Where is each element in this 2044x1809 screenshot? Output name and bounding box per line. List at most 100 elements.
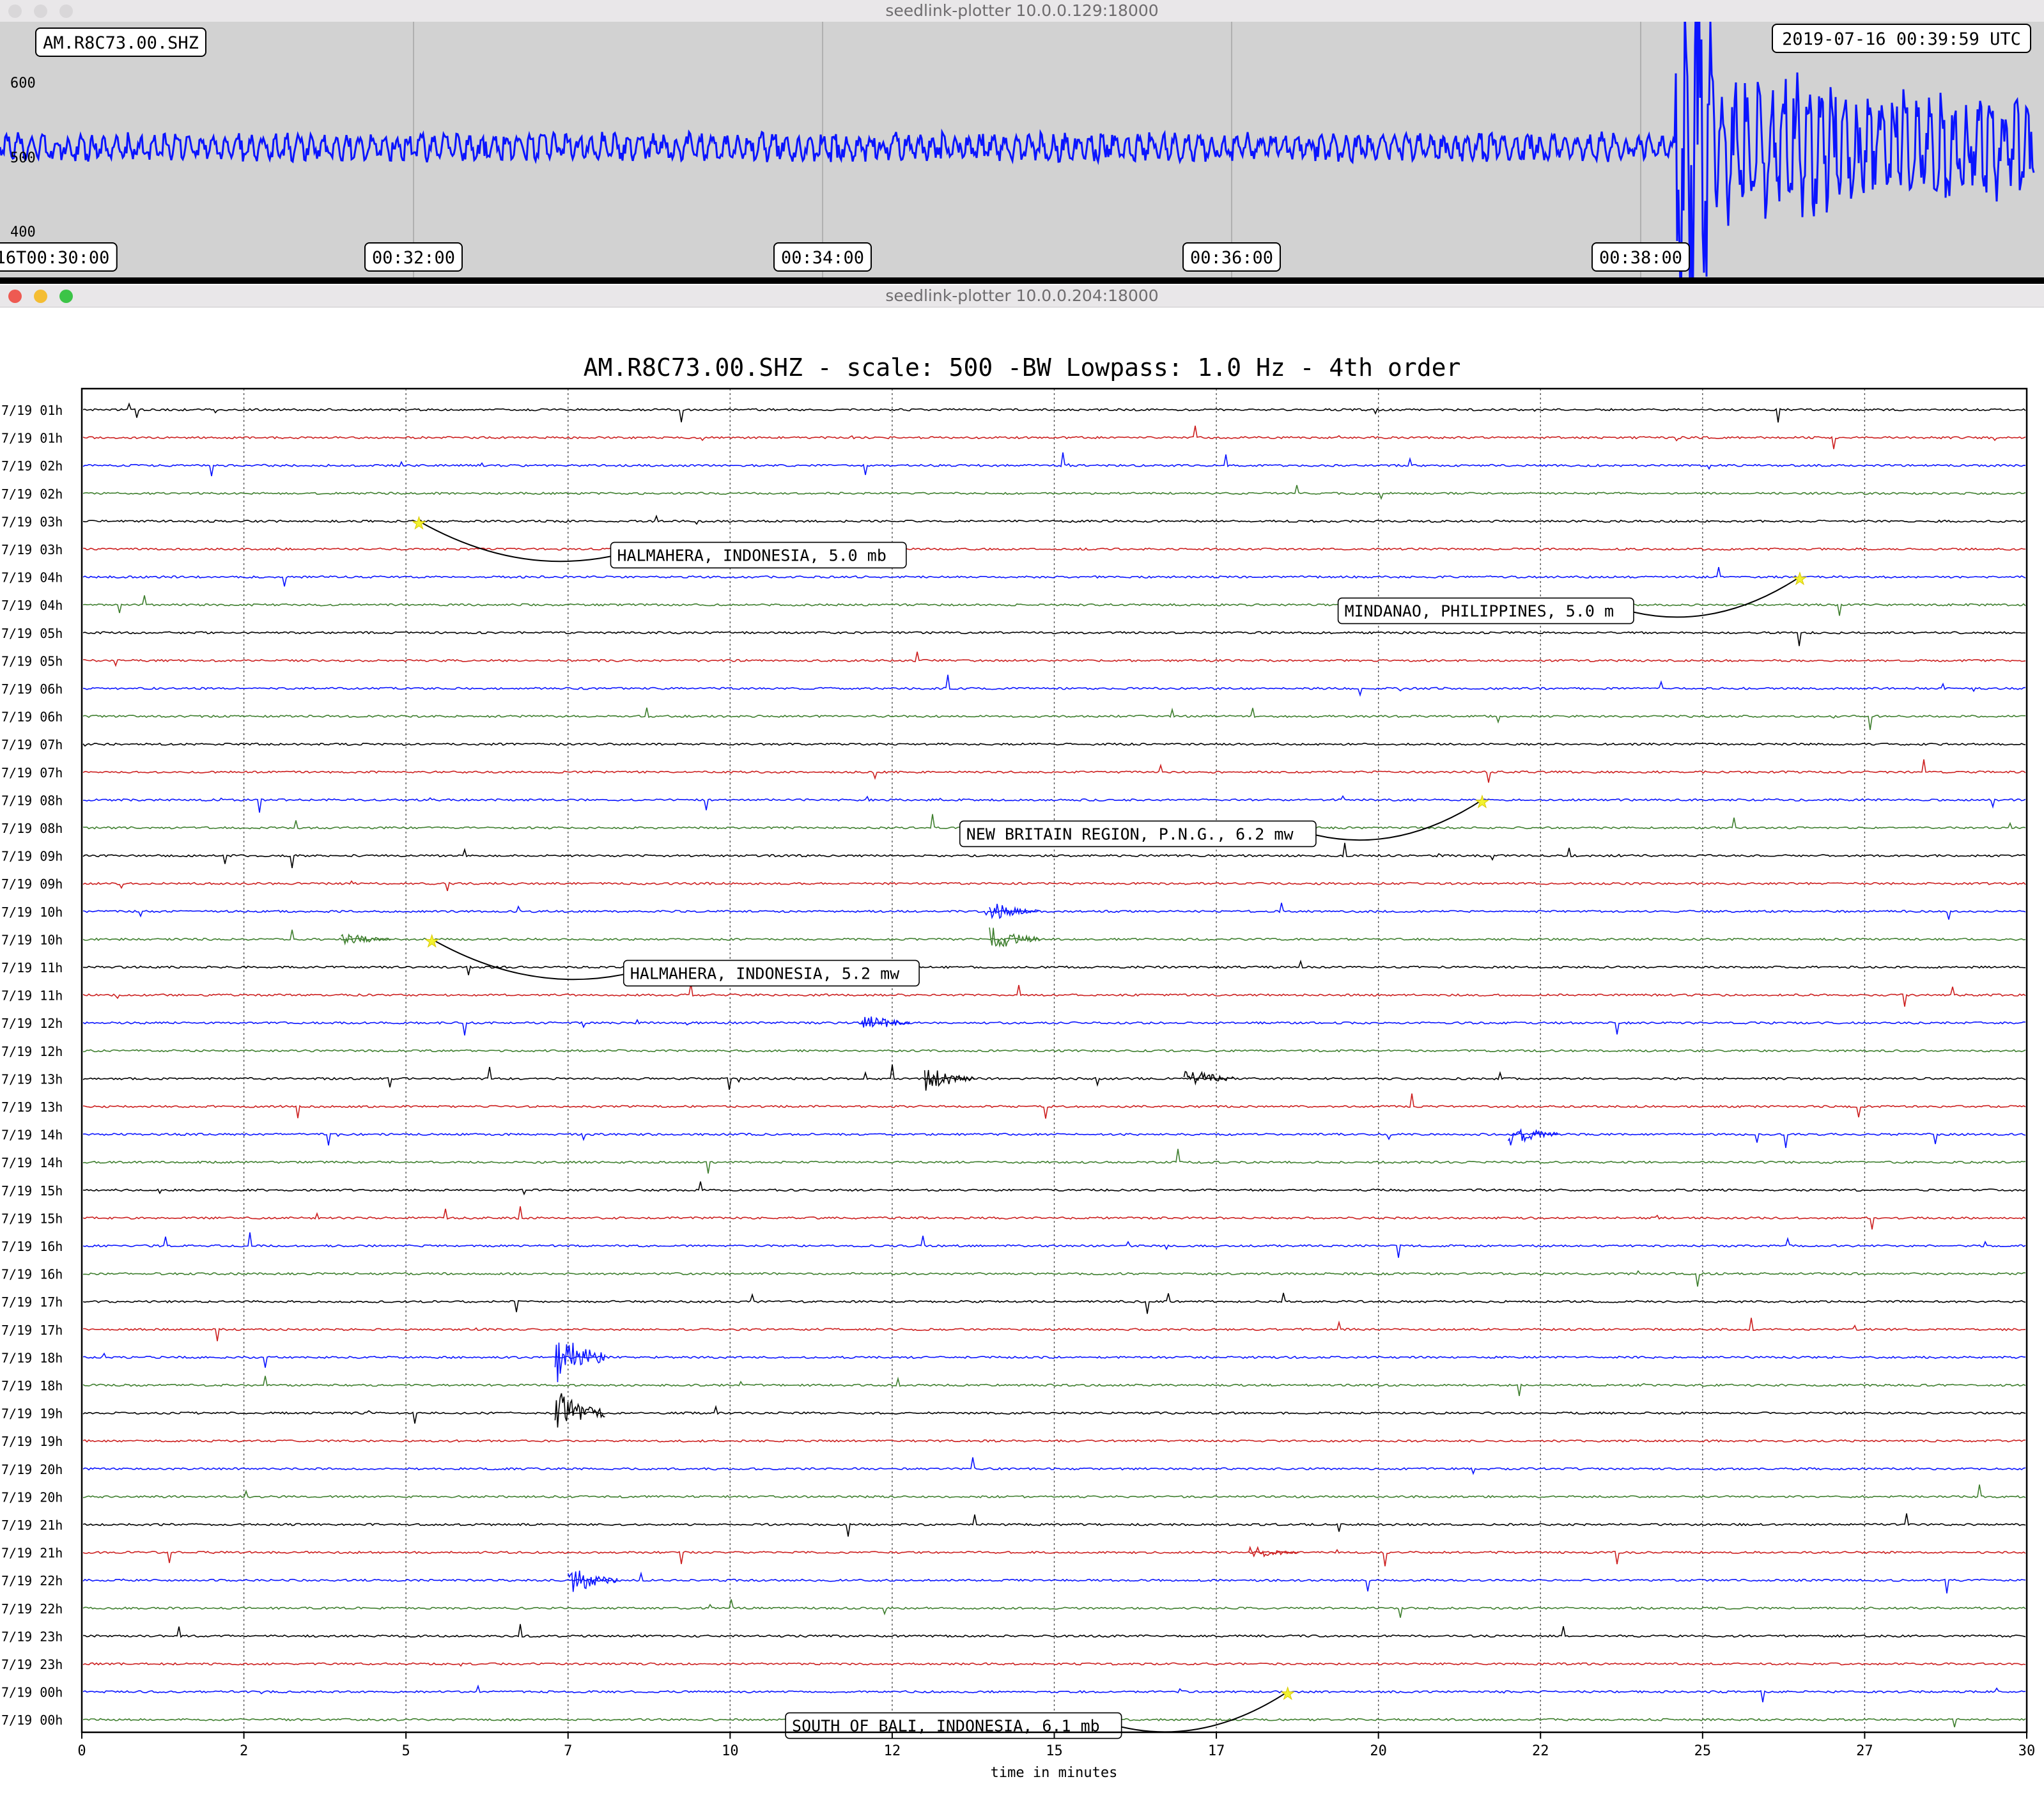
event-annotation: HALMAHERA, INDONESIA, 5.2 mw ★ (424, 926, 920, 987)
row-label: 7/19 15h (1, 1183, 63, 1199)
event-star-icon: ★ (1475, 787, 1489, 813)
row-label: 7/19 00h (1, 1685, 63, 1700)
x-tick-label: 30 (2018, 1743, 2036, 1759)
row-label: 7/19 23h (1, 1629, 63, 1644)
row-label: 7/19 05h (1, 626, 63, 641)
row-label: 7/19 16h (1, 1239, 63, 1254)
vertical-gridlines (243, 389, 1866, 1732)
row-label: 7/19 02h (1, 486, 63, 502)
event-leader-line (1633, 576, 1800, 618)
event-star-icon: ★ (412, 508, 426, 534)
row-label: 7/19 18h (1, 1378, 63, 1394)
x-tick-label: 27 (1856, 1743, 1873, 1759)
x-tick-box: 16T00:30:00 (0, 242, 118, 272)
x-tick-label: 12 (884, 1743, 901, 1759)
seismic-trace-row (82, 1181, 2026, 1196)
row-label: 7/19 23h (1, 1657, 63, 1672)
row-label: 7/19 22h (1, 1601, 63, 1617)
row-label: 7/19 02h (1, 458, 63, 474)
window-titlebar-top: seedlink-plotter 10.0.0.129:18000 (0, 0, 2044, 22)
x-tick-label: 16T00:30:00 (0, 248, 109, 268)
row-label: 7/19 01h (1, 403, 63, 418)
event-star-icon: ★ (425, 926, 439, 952)
seismic-trace-row (82, 1149, 2026, 1174)
x-tick-box: 00:34:00 (773, 242, 872, 272)
timestamp-box: 2019-07-16 00:39:59 UTC (1772, 24, 2031, 53)
dayplot: AM.R8C73.00.SHZ - scale: 500 -BW Lowpass… (1, 353, 2036, 1781)
seismic-trace-row (82, 1064, 2026, 1090)
x-tick-label: 17 (1208, 1743, 1225, 1759)
event-burst (860, 1016, 910, 1028)
station-label-box: AM.R8C73.00.SHZ (35, 27, 206, 57)
x-tick-label: 2 (240, 1743, 248, 1759)
timestamp-label: 2019-07-16 00:39:59 UTC (1782, 29, 2021, 49)
x-tick-label: 15 (1046, 1743, 1063, 1759)
row-label: 7/19 07h (1, 765, 63, 780)
x-tick-label: 10 (722, 1743, 739, 1759)
event-star-icon: ★ (1281, 1679, 1295, 1705)
x-axis-label: time in minutes (991, 1765, 1118, 1781)
event-star-icon: ★ (1793, 564, 1807, 591)
event-annotations: HALMAHERA, INDONESIA, 5.0 mb★MINDANAO, P… (412, 508, 1807, 1739)
row-label: 7/19 11h (1, 960, 63, 975)
row-label: 7/19 04h (1, 570, 63, 586)
row-label: 7/19 12h (1, 1016, 63, 1031)
event-burst (1183, 1071, 1234, 1086)
window-title: seedlink-plotter 10.0.0.204:18000 (885, 286, 1159, 305)
row-label: 7/19 10h (1, 932, 63, 947)
row-label: 7/19 21h (1, 1546, 63, 1561)
row-label: 7/19 17h (1, 1323, 63, 1338)
event-label: HALMAHERA, INDONESIA, 5.2 mw (630, 964, 900, 982)
row-label: 7/19 00h (1, 1712, 63, 1728)
row-label: 7/19 13h (1, 1071, 63, 1087)
event-burst (554, 1393, 605, 1428)
realtime-plot: 600 500 400 16T00:30:00 00:32:00 00:34:00 00:… (0, 22, 2044, 284)
row-label: 7/19 20h (1, 1489, 63, 1505)
x-tick-box: 00:38:00 (1591, 242, 1690, 272)
x-tick-label: 00:32:00 (372, 248, 455, 268)
event-label: NEW BRITAIN REGION, P.N.G., 6.2 mw (966, 825, 1294, 843)
row-label: 7/19 04h (1, 598, 63, 613)
row-label: 7/19 08h (1, 821, 63, 836)
y-tick-label: 500 (10, 150, 36, 166)
y-tick-label: 600 (10, 75, 36, 91)
row-label: 7/19 03h (1, 542, 63, 557)
row-label: 7/19 15h (1, 1211, 63, 1226)
x-tick-label: 20 (1370, 1743, 1387, 1759)
row-label: 7/19 09h (1, 849, 63, 864)
seismic-trace-row (82, 1624, 2026, 1638)
y-tick-label: 400 (10, 224, 36, 240)
station-label: AM.R8C73.00.SHZ (43, 33, 199, 53)
row-label: 7/19 13h (1, 1099, 63, 1115)
event-leader-line (418, 520, 611, 563)
x-tick-box: 00:32:00 (364, 242, 463, 272)
event-leader-line (1121, 1691, 1289, 1733)
row-label: 7/19 16h (1, 1267, 63, 1282)
seedlink-window-main: seedlink-plotter 10.0.0.204:18000 AM.R8C… (0, 285, 2044, 1809)
event-leader-line (1315, 799, 1483, 841)
event-annotation: MINDANAO, PHILIPPINES, 5.0 m ★ (1337, 564, 1807, 625)
event-burst (554, 1342, 606, 1383)
row-label: 7/19 09h (1, 876, 63, 892)
x-tick-label: 25 (1694, 1743, 1712, 1759)
row-label: 7/19 22h (1, 1573, 63, 1588)
row-labels: 7/19 01h 7/19 01h 7/19 02h 7/19 02h 7/19 03h… (1, 403, 63, 1728)
x-tick-label: 00:38:00 (1599, 248, 1682, 268)
event-label: HALMAHERA, INDONESIA, 5.0 mb (617, 546, 886, 564)
plot-title: AM.R8C73.00.SHZ - scale: 500 -BW Lowpass… (584, 353, 1461, 382)
event-burst (924, 1069, 975, 1091)
row-label: 7/19 01h (1, 431, 63, 446)
row-label: 7/19 14h (1, 1155, 63, 1170)
row-label: 7/19 05h (1, 653, 63, 669)
row-label: 7/19 17h (1, 1294, 63, 1310)
x-tick-label: 22 (1532, 1743, 1549, 1759)
window-titlebar-main: seedlink-plotter 10.0.0.204:18000 (0, 285, 2044, 307)
row-label: 7/19 20h (1, 1462, 63, 1477)
event-annotation: SOUTH OF BALI, INDONESIA, 6.1 mb★ (785, 1679, 1295, 1739)
event-burst (989, 903, 1040, 920)
x-tick-label: 0 (77, 1743, 86, 1759)
event-leader-line (431, 938, 624, 981)
row-label: 7/19 06h (1, 710, 63, 725)
x-tick-label: 00:34:00 (781, 248, 864, 268)
event-annotation: HALMAHERA, INDONESIA, 5.0 mb ★ (412, 508, 907, 569)
